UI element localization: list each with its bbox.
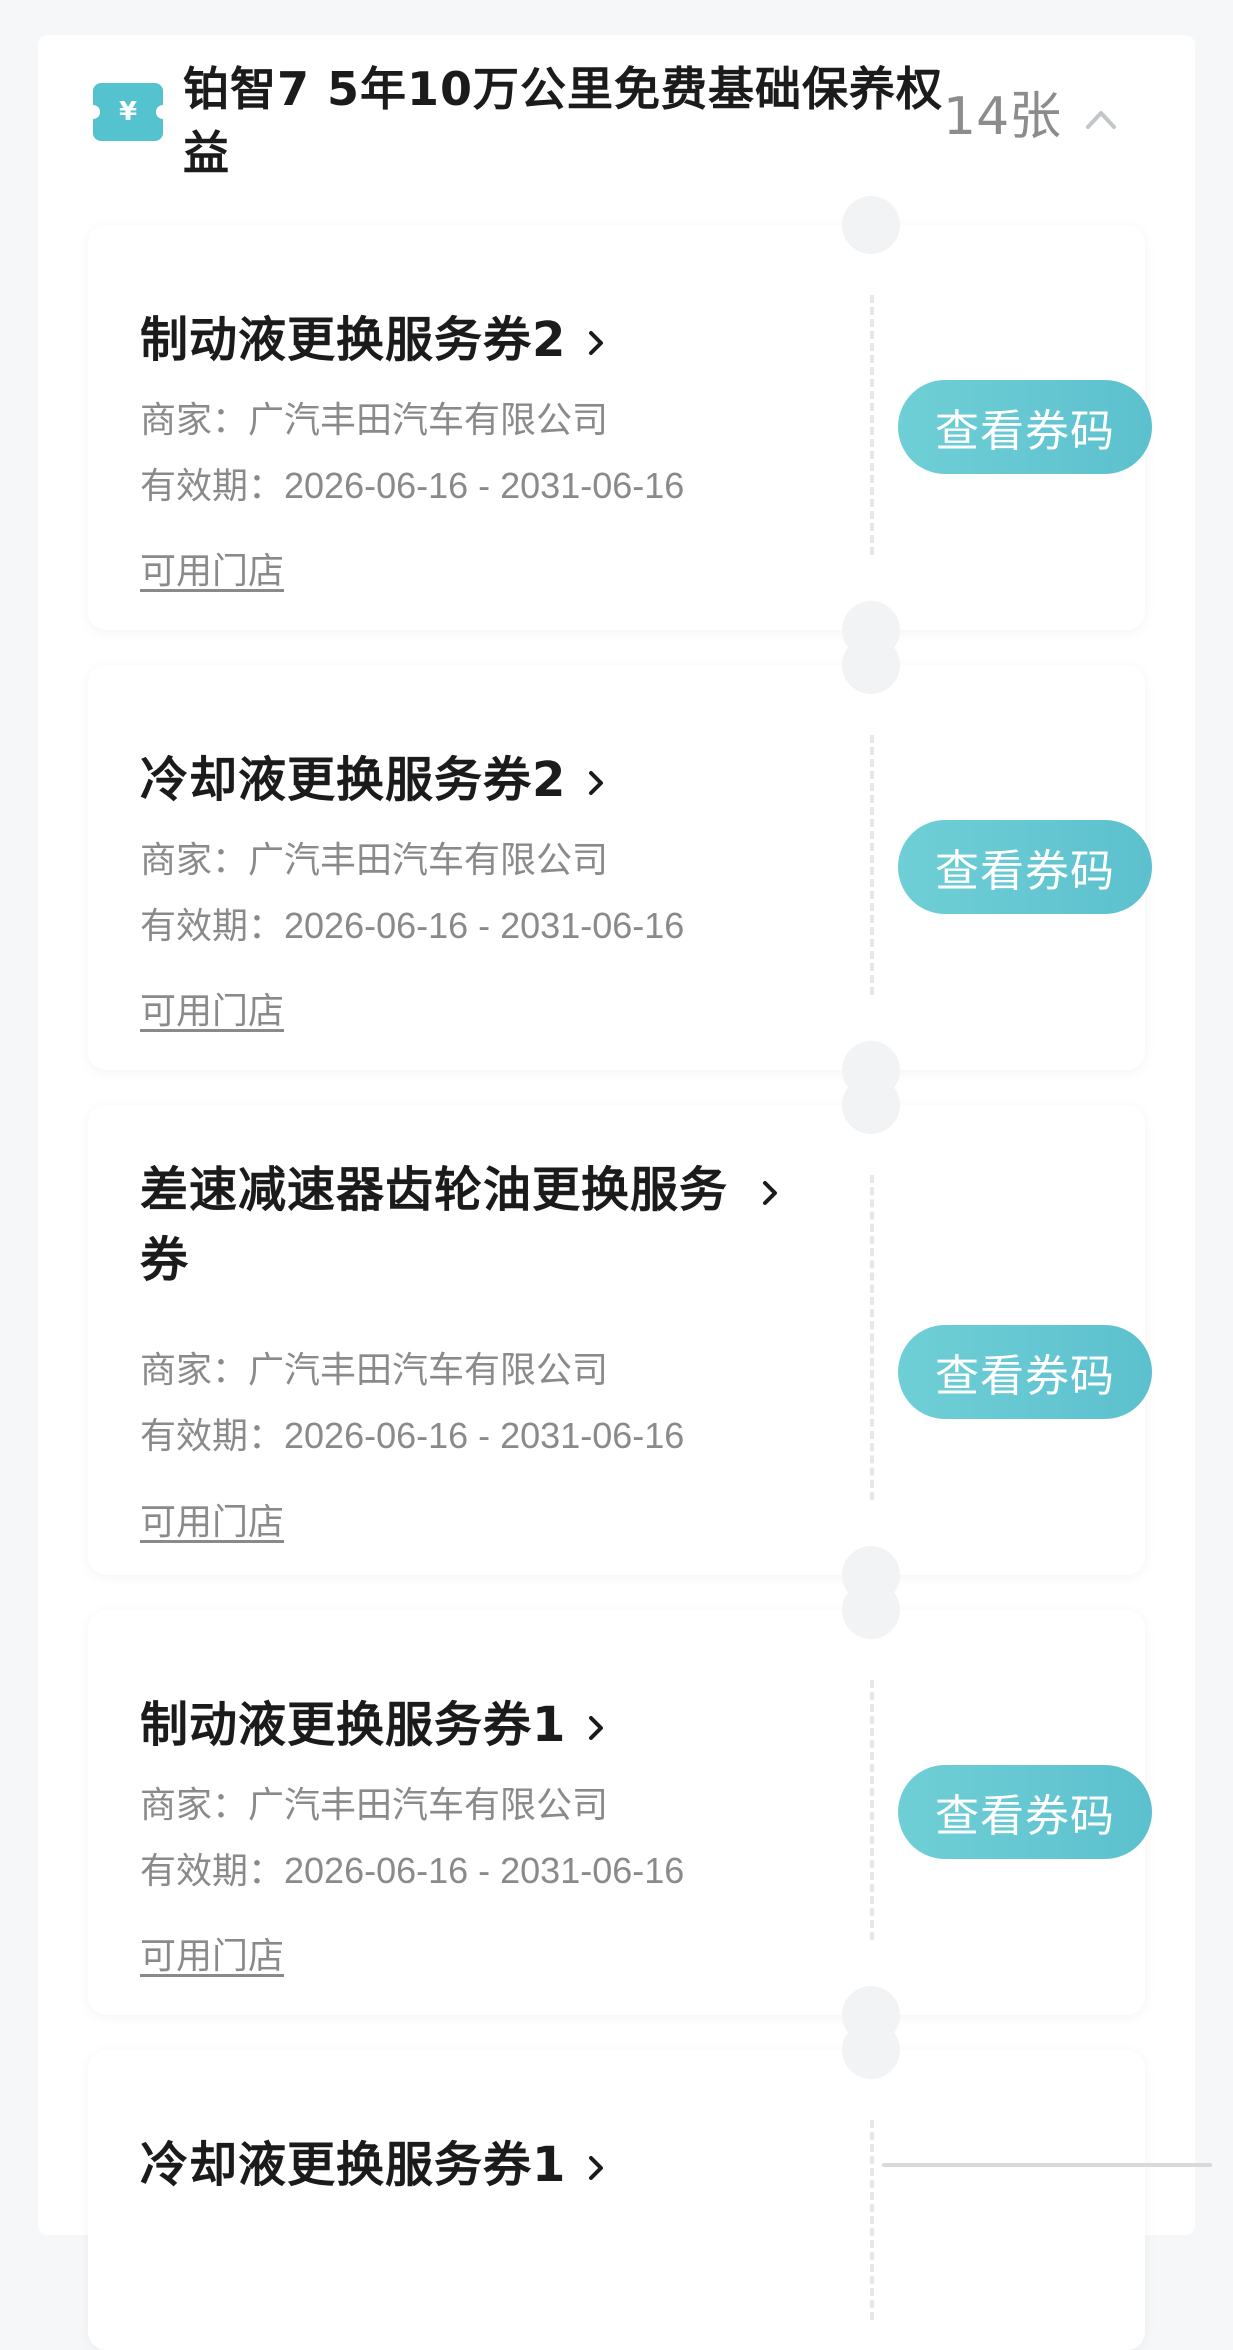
coupon-card: 制动液更换服务券2 商家：广汽丰田汽车有限公司 有效期：2026-06-16 -… [88,196,1152,659]
available-stores-link[interactable]: 可用门店 [140,547,284,597]
view-code-button[interactable]: 查看券码 [898,1325,1152,1419]
coupon-card: 制动液更换服务券1 商家：广汽丰田汽车有限公司 有效期：2026-06-16 -… [88,1581,1152,2044]
coupon-title[interactable]: 冷却液更换服务券1 [140,2130,610,2200]
coupon-title[interactable]: 制动液更换服务券1 [140,1690,610,1760]
coupon-card: 冷却液更换服务券1 [88,2021,1145,2350]
view-code-button[interactable]: 查看券码 [898,820,1152,914]
coupon-title[interactable]: 冷却液更换服务券2 [140,745,610,815]
merchant-text: 商家：广汽丰田汽车有限公司 [140,1349,609,1390]
yen-symbol: ¥ [118,97,138,127]
available-stores-link[interactable]: 可用门店 [140,987,284,1037]
benefit-title: 铂智7 5年10万公里免费基础保养权益 [183,62,944,180]
card-divider [870,1175,874,1500]
coupon-title-text: 券 [140,1232,190,1288]
card-divider [870,295,874,555]
validity-text: 有效期：2026-06-16 - 2031-06-16 [140,905,685,946]
coupon-title-text: 制动液更换服务券2 [140,312,567,368]
available-stores-link[interactable]: 可用门店 [140,1498,284,1548]
coupon-title[interactable]: 差速减速器齿轮油更换服务 券 [140,1155,840,1295]
benefit-header[interactable]: ¥ 铂智7 5年10万公里免费基础保养权益 14张 [38,35,1195,215]
validity-text: 有效期：2026-06-16 - 2031-06-16 [140,1415,685,1456]
available-stores-link[interactable]: 可用门店 [140,1932,284,1982]
card-notch [842,2021,900,2079]
coupon-title[interactable]: 制动液更换服务券2 [140,305,610,375]
validity-text: 有效期：2026-06-16 - 2031-06-16 [140,1850,685,1891]
card-divider [870,735,874,995]
coupon-title-text: 差速减速器齿轮油更换服务 [140,1162,729,1218]
chevron-right-icon [589,771,604,795]
coupon-title-text: 冷却液更换服务券1 [140,2137,567,2193]
card-notch [842,196,900,254]
benefit-panel: ¥ 铂智7 5年10万公里免费基础保养权益 14张 制动液更换服务券2 商家：广… [38,35,1195,2350]
chevron-right-icon [763,1181,778,1205]
validity-text: 有效期：2026-06-16 - 2031-06-16 [140,465,685,506]
coupon-count: 14张 [943,87,1062,147]
card-notch [842,1076,900,1134]
card-divider [870,2120,874,2320]
chevron-up-icon[interactable] [1085,103,1117,135]
chevron-right-icon [589,2156,604,2180]
card-notch [842,1581,900,1639]
merchant-text: 商家：广汽丰田汽车有限公司 [140,399,609,440]
merchant-text: 商家：广汽丰田汽车有限公司 [140,839,609,880]
card-divider [870,1680,874,1940]
ticket-icon: ¥ [86,83,170,141]
coupon-title-text: 制动液更换服务券1 [140,1697,567,1753]
coupon-card: 差速减速器齿轮油更换服务 券 商家：广汽丰田汽车有限公司 有效期：2026-06… [88,1076,1152,1604]
coupon-title-text: 冷却液更换服务券2 [140,752,567,808]
scrollbar[interactable] [882,2163,1212,2167]
chevron-right-icon [589,1716,604,1740]
merchant-text: 商家：广汽丰田汽车有限公司 [140,1784,609,1825]
coupon-card: 冷却液更换服务券2 商家：广汽丰田汽车有限公司 有效期：2026-06-16 -… [88,636,1152,1099]
chevron-right-icon [589,331,604,355]
view-code-button[interactable]: 查看券码 [898,1765,1152,1859]
view-code-button[interactable]: 查看券码 [898,380,1152,474]
card-notch [842,636,900,694]
